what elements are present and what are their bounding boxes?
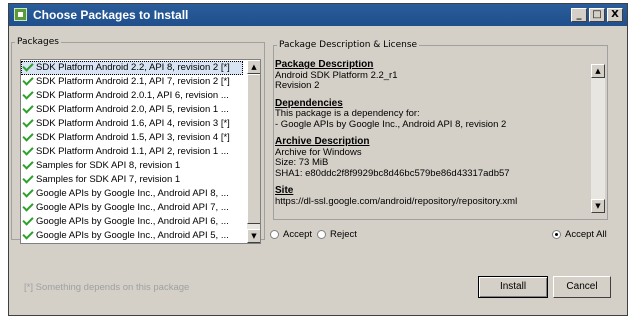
description-section: Package Description Android SDK Platform … — [275, 60, 605, 92]
reject-label: Reject — [330, 229, 357, 240]
accept-all-label: Accept All — [565, 229, 607, 240]
accept-all-radio-circle[interactable] — [552, 229, 561, 239]
description-scrollbar[interactable]: ▲ ▼ — [591, 64, 605, 213]
scroll-thumb[interactable] — [247, 74, 260, 224]
package-label: SDK Platform Android 1.5, API 3, revisio… — [36, 132, 230, 143]
section-line: https://dl-ssl.google.com/android/reposi… — [275, 195, 518, 207]
description-legend: Package Description & License — [279, 40, 418, 50]
reject-radio-circle[interactable] — [317, 229, 326, 239]
install-button[interactable]: Install — [478, 276, 548, 298]
section-line: SHA1: e80ddc2f8f9929bc8d46bc579be86d4331… — [275, 167, 510, 179]
section-heading: Archive Description — [275, 136, 370, 147]
checkmark-icon — [23, 203, 33, 211]
package-label: SDK Platform Android 2.0, API 5, revisio… — [36, 104, 229, 115]
description-pane: Package Description Android SDK Platform … — [275, 60, 605, 226]
accept-label: Accept — [283, 229, 313, 240]
package-list-item[interactable]: Google APIs by Google Inc., Android API … — [21, 201, 243, 215]
footnote-text: [*] Something depends on this package — [24, 282, 190, 293]
package-list[interactable]: Google APIs by Google Inc., Android API … — [20, 59, 261, 244]
checkmark-icon — [23, 189, 33, 197]
package-label: SDK Platform Android 2.1, API 7, revisio… — [36, 76, 230, 87]
checkmark-icon — [23, 161, 33, 169]
checkmark-icon — [23, 91, 33, 99]
package-list-item[interactable]: SDK Platform Android 2.0.1, API 6, revis… — [21, 89, 243, 103]
cancel-button[interactable]: Cancel — [553, 276, 611, 298]
checkmark-icon — [23, 119, 33, 127]
reject-radio[interactable]: Reject — [317, 229, 357, 241]
section-line: - Google APIs by Google Inc., Android AP… — [275, 118, 507, 130]
package-list-item[interactable]: SDK Platform Android 1.6, API 4, revisio… — [21, 117, 243, 131]
package-list-item[interactable]: SDK Platform Android 2.1, API 7, revisio… — [21, 75, 243, 89]
window-title: Choose Packages to Install — [33, 8, 189, 22]
scroll-up-arrow-icon[interactable]: ▲ — [247, 60, 260, 74]
accept-radio-circle[interactable] — [270, 229, 279, 239]
packages-group: Packages Google APIs by Google Inc., And… — [11, 37, 265, 244]
desc-scroll-down-arrow-icon[interactable]: ▼ — [591, 199, 605, 213]
checkmark-icon — [23, 147, 33, 155]
package-list-item[interactable]: Google APIs by Google Inc., Android API … — [21, 215, 243, 229]
package-label: Google APIs by Google Inc., Android API … — [36, 202, 229, 213]
description-group: Package Description & License Package De… — [273, 40, 608, 220]
checkmark-icon — [23, 105, 33, 113]
section-heading: Site — [275, 185, 294, 196]
package-label: Samples for SDK API 7, revision 1 — [36, 174, 181, 185]
package-list-item[interactable]: Google APIs by Google Inc., Android API … — [21, 229, 243, 243]
section-line: This package is a dependency for: — [275, 108, 420, 119]
section-line: Revision 2 — [275, 80, 320, 91]
title-bar[interactable]: Choose Packages to Install _ □ X — [9, 4, 627, 26]
section-line: Size: 73 MiB — [275, 157, 329, 168]
package-list-item[interactable]: SDK Platform Android 2.0, API 5, revisio… — [21, 103, 243, 117]
checkmark-icon — [23, 63, 33, 71]
package-list-item[interactable]: Google APIs by Google Inc., Android API … — [21, 187, 243, 201]
accept-radio[interactable]: Accept — [270, 229, 312, 241]
packages-legend: Packages — [17, 37, 59, 47]
package-list-item[interactable]: SDK Platform Android 1.5, API 3, revisio… — [21, 131, 243, 145]
android-app-icon — [14, 8, 27, 21]
package-label: Google APIs by Google Inc., Android API … — [36, 188, 229, 199]
checkmark-icon — [23, 231, 33, 239]
package-label: SDK Platform Android 2.0.1, API 6, revis… — [36, 90, 229, 101]
package-list-scrollbar[interactable]: ▲ ▼ — [247, 60, 260, 243]
maximize-button[interactable]: □ — [589, 8, 605, 22]
section-heading: Package Description — [275, 60, 374, 70]
accept-all-radio[interactable]: Accept All — [552, 229, 607, 241]
package-label: Google APIs by Google Inc., Android API … — [36, 216, 229, 227]
package-list-item[interactable]: Samples for SDK API 8, revision 1 — [21, 159, 243, 173]
scroll-down-arrow-icon[interactable]: ▼ — [247, 229, 260, 243]
desc-scroll-up-arrow-icon[interactable]: ▲ — [591, 64, 605, 78]
section-line: Android SDK Platform 2.2_r1 — [275, 69, 398, 81]
package-list-item[interactable]: SDK Platform Android 2.2, API 8, revisio… — [21, 61, 243, 75]
checkmark-icon — [23, 133, 33, 141]
close-button[interactable]: X — [607, 8, 623, 22]
package-label: SDK Platform Android 2.2, API 8, revisio… — [36, 62, 230, 73]
description-section: Dependencies This package is a dependency… — [275, 98, 605, 131]
minimize-button[interactable]: _ — [571, 8, 587, 22]
description-section: Site https://dl-ssl.google.com/android/re… — [275, 185, 605, 207]
package-list-item[interactable]: SDK Platform Android 1.1, API 2, revisio… — [21, 145, 243, 159]
package-label: SDK Platform Android 1.6, API 4, revisio… — [36, 118, 230, 129]
package-list-item[interactable]: Samples for SDK API 7, revision 1 — [21, 173, 243, 187]
package-label: Samples for SDK API 8, revision 1 — [36, 160, 181, 171]
checkmark-icon — [23, 175, 33, 183]
package-label: Google APIs by Google Inc., Android API … — [36, 230, 229, 241]
description-section: Archive Description Archive for Windows Si… — [275, 136, 605, 179]
checkmark-icon — [23, 77, 33, 85]
package-label: SDK Platform Android 1.1, API 2, revisio… — [36, 146, 229, 157]
checkmark-icon — [23, 217, 33, 225]
